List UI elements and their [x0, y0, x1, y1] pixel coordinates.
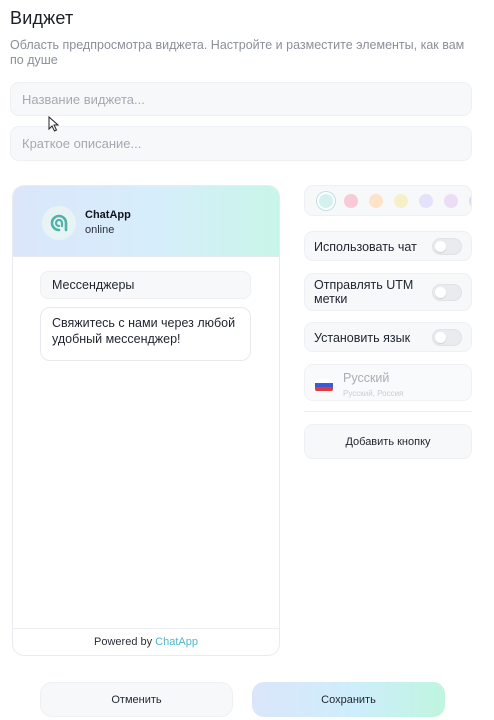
- page-subtitle: Область предпросмотра виджета. Настройте…: [10, 38, 465, 67]
- language-name: Русский: [343, 371, 390, 385]
- divider: [304, 411, 472, 412]
- utm-toggle[interactable]: [432, 284, 462, 301]
- set-language-setting: Установить язык: [304, 322, 472, 352]
- color-swatch[interactable]: [444, 194, 458, 208]
- use-chat-setting: Использовать чат: [304, 231, 472, 261]
- powered-by: Powered by ChatApp: [13, 628, 279, 655]
- widget-description-input[interactable]: [10, 126, 472, 161]
- color-swatch[interactable]: [344, 194, 358, 208]
- widget-name-input[interactable]: [10, 82, 472, 116]
- page-title: Виджет: [10, 8, 74, 28]
- preview-message: Свяжитесь с нами через любой удобный мес…: [40, 307, 251, 361]
- powered-by-brand[interactable]: ChatApp: [155, 636, 198, 648]
- toggle-knob: [435, 241, 446, 252]
- set-language-toggle[interactable]: [432, 329, 462, 346]
- toggle-knob: [435, 287, 446, 298]
- language-native-name: Русский, Россия: [343, 389, 404, 398]
- set-language-label: Установить язык: [314, 331, 411, 345]
- utm-setting: Отправлять UTM метки: [304, 273, 472, 311]
- cancel-button[interactable]: Отменить: [40, 682, 233, 717]
- use-chat-toggle[interactable]: [432, 238, 462, 255]
- widget-preview: ChatApp online Мессенджеры Свяжитесь с н…: [12, 185, 280, 656]
- russia-flag-icon: [315, 379, 333, 391]
- color-swatch[interactable]: [319, 194, 333, 208]
- preview-header: ChatApp online: [13, 186, 279, 257]
- chatapp-logo-icon: [42, 206, 76, 240]
- color-swatch[interactable]: [369, 194, 383, 208]
- preview-app-name: ChatApp: [85, 209, 131, 221]
- save-button[interactable]: Сохранить: [252, 682, 445, 717]
- add-button-button[interactable]: Добавить кнопку: [304, 424, 472, 459]
- color-swatch[interactable]: [394, 194, 408, 208]
- preview-status: online: [85, 224, 115, 236]
- color-picker: [304, 185, 472, 216]
- messengers-chip: Мессенджеры: [40, 271, 251, 299]
- color-swatch[interactable]: [469, 194, 471, 208]
- use-chat-label: Использовать чат: [314, 240, 417, 254]
- color-swatch[interactable]: [419, 194, 433, 208]
- toggle-knob: [435, 332, 446, 343]
- mouse-cursor-icon: [48, 116, 60, 132]
- powered-by-prefix: Powered by: [94, 636, 156, 648]
- utm-label: Отправлять UTM метки: [314, 278, 414, 306]
- language-select[interactable]: Русский Русский, Россия: [304, 364, 472, 401]
